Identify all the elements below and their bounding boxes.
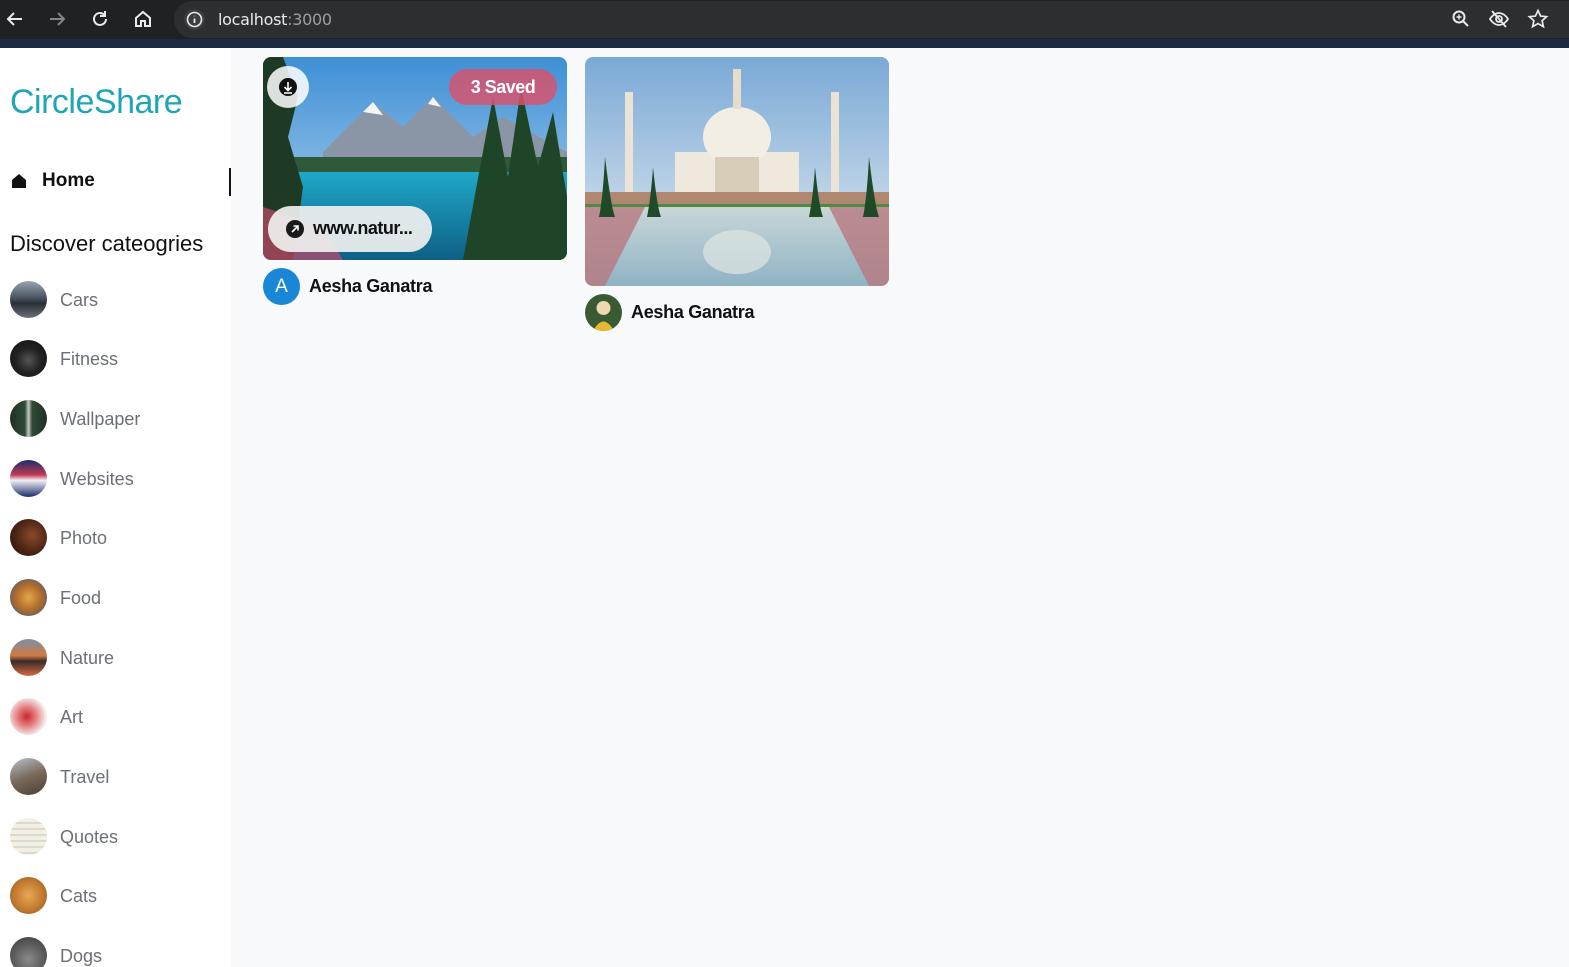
- category-label: Art: [60, 707, 84, 727]
- discover-heading: Discover cateogries: [10, 231, 204, 256]
- download-icon: [279, 78, 297, 96]
- category-label: Nature: [60, 648, 115, 668]
- app-logo[interactable]: CircleShare: [10, 83, 183, 122]
- category-label: Quotes: [60, 827, 119, 847]
- category-label: Photo: [60, 528, 108, 548]
- saved-count-badge[interactable]: 3 Saved: [449, 69, 557, 105]
- pin-card[interactable]: Aesha Ganatra: [585, 57, 889, 337]
- pin-image[interactable]: [585, 57, 889, 286]
- sidebar-category-food[interactable]: Food: [10, 579, 210, 617]
- sidebar-category-art[interactable]: Art: [10, 698, 210, 736]
- category-thumbnail: [10, 698, 47, 735]
- back-arrow-icon[interactable]: [4, 8, 26, 30]
- destination-link-text: www.natur...: [313, 218, 413, 238]
- browser-chrome: localhost:3000: [0, 0, 1569, 48]
- active-indicator: [229, 168, 231, 196]
- download-button[interactable]: [267, 66, 309, 108]
- author-name[interactable]: Aesha Ganatra: [309, 276, 432, 297]
- category-label: Food: [60, 588, 102, 608]
- category-thumbnail: [10, 937, 47, 967]
- home-icon[interactable]: [132, 8, 154, 30]
- category-thumbnail: [10, 281, 47, 318]
- sidebar-category-fitness[interactable]: Fitness: [10, 340, 210, 378]
- sidebar-category-dogs[interactable]: Dogs: [10, 937, 210, 967]
- eye-off-icon[interactable]: [1488, 8, 1510, 30]
- address-bar[interactable]: localhost:3000: [174, 1, 1569, 38]
- sidebar: CircleShare Home Discover cateogries Car…: [0, 48, 231, 967]
- avatar[interactable]: [585, 294, 622, 331]
- browser-toolbar: localhost:3000: [0, 0, 1569, 39]
- sidebar-category-travel[interactable]: Travel: [10, 758, 210, 796]
- sidebar-category-photo[interactable]: Photo: [10, 519, 210, 557]
- url-host: localhost: [218, 10, 288, 29]
- category-label: Cats: [60, 886, 98, 906]
- pin-author[interactable]: Aesha Ganatra: [585, 294, 889, 332]
- category-thumbnail: [10, 758, 47, 795]
- sidebar-item-label: Home: [42, 170, 95, 191]
- sidebar-category-quotes[interactable]: Quotes: [10, 818, 210, 856]
- forward-arrow-icon[interactable]: [46, 8, 68, 30]
- url-text[interactable]: localhost:3000: [218, 10, 332, 29]
- category-label: Dogs: [60, 946, 103, 966]
- category-label: Wallpaper: [60, 409, 141, 429]
- site-info-icon[interactable]: [184, 9, 205, 30]
- avatar-photo: [585, 294, 622, 331]
- category-label: Cars: [60, 290, 99, 310]
- sidebar-category-cats[interactable]: Cats: [10, 877, 210, 915]
- category-thumbnail: [10, 579, 47, 616]
- category-label: Travel: [60, 767, 110, 787]
- taj-mahal-photo: [585, 57, 889, 286]
- url-port: :3000: [287, 10, 332, 29]
- reload-icon[interactable]: [89, 8, 111, 30]
- category-thumbnail: [10, 460, 47, 497]
- zoom-icon[interactable]: [1450, 8, 1472, 30]
- category-label: Websites: [60, 469, 134, 489]
- pin-card[interactable]: 3 Saved www.natur... A Aesha Ganatra: [263, 57, 567, 317]
- destination-link-button[interactable]: www.natur...: [268, 206, 432, 252]
- arrow-up-right-icon: [286, 220, 304, 238]
- category-thumbnail: [10, 340, 47, 377]
- author-name[interactable]: Aesha Ganatra: [631, 302, 754, 323]
- avatar-initial: A: [263, 268, 300, 305]
- sidebar-item-home[interactable]: Home: [10, 168, 231, 196]
- category-thumbnail: [10, 639, 47, 676]
- category-thumbnail: [10, 877, 47, 914]
- category-thumbnail: [10, 400, 47, 437]
- sidebar-category-wallpaper[interactable]: Wallpaper: [10, 400, 210, 438]
- category-label: Fitness: [60, 349, 119, 369]
- sidebar-category-cars[interactable]: Cars: [10, 281, 210, 319]
- star-icon[interactable]: [1527, 8, 1549, 30]
- avatar[interactable]: A: [263, 268, 300, 305]
- sidebar-category-nature[interactable]: Nature: [10, 639, 210, 677]
- category-thumbnail: [10, 519, 47, 556]
- home-icon: [10, 172, 28, 190]
- category-thumbnail: [10, 818, 47, 855]
- pin-author[interactable]: A Aesha Ganatra: [263, 268, 567, 306]
- sidebar-category-websites[interactable]: Websites: [10, 460, 210, 498]
